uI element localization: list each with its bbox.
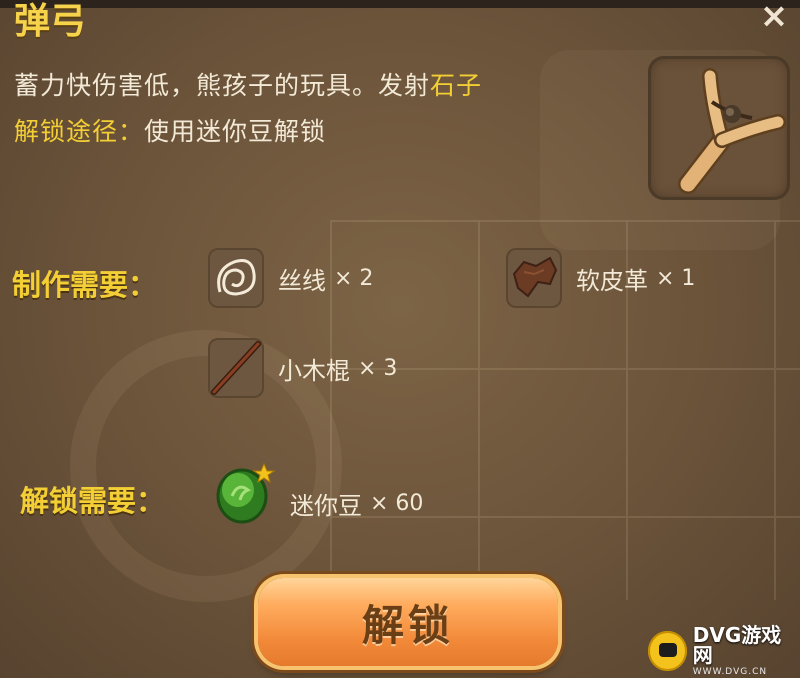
item-detail-panel: 弹弓 × 蓄力快伤害低，熊孩子的玩具。发射石子 解锁途径：使用迷你豆解锁 制作需… — [0, 0, 800, 678]
material-item[interactable]: 丝线 × 2 — [208, 248, 373, 308]
currency-count: × 60 — [370, 491, 424, 516]
item-icon-frame — [648, 56, 790, 200]
gamepad-logo-icon — [648, 631, 687, 671]
stick-icon — [208, 338, 264, 398]
mini-bean-icon — [212, 460, 276, 524]
material-count: × 3 — [358, 355, 398, 381]
unlock-path: 解锁途径：使用迷你豆解锁 — [14, 112, 326, 148]
unlock-button[interactable]: 解锁 — [258, 578, 558, 666]
material-name: 软皮革 — [576, 266, 648, 295]
watermark-url: WWW.DVG.CN — [692, 667, 768, 677]
ammo-name: 石子 — [430, 71, 483, 100]
leather-icon — [506, 248, 562, 308]
currency-name: 迷你豆 — [290, 492, 362, 520]
material-count: × 1 — [656, 265, 696, 291]
material-name: 小木棍 — [278, 356, 350, 385]
crafting-label: 制作需要： — [12, 268, 158, 302]
close-button[interactable]: × — [752, 0, 796, 33]
watermark-title: DVG游戏网 — [692, 623, 782, 667]
slingshot-icon — [678, 68, 786, 194]
unlock-path-value: 使用迷你豆解锁 — [144, 117, 327, 146]
unlock-path-label: 解锁途径： — [14, 117, 145, 146]
description-text: 蓄力快伤害低，熊孩子的玩具。发射 — [14, 71, 431, 100]
thread-icon — [208, 248, 264, 308]
material-count: × 2 — [334, 265, 374, 291]
item-title: 弹弓 — [14, 1, 87, 42]
material-item[interactable]: 小木棍 × 3 — [208, 338, 397, 398]
item-description: 蓄力快伤害低，熊孩子的玩具。发射石子 — [14, 66, 482, 102]
unlock-cost: 迷你豆 × 60 — [290, 486, 423, 521]
material-name: 丝线 — [278, 266, 326, 295]
unlock-requirement-label: 解锁需要： — [20, 484, 166, 518]
site-watermark: DVG游戏网 WWW.DVG.CN — [648, 623, 798, 677]
material-item[interactable]: 软皮革 × 1 — [506, 248, 695, 308]
